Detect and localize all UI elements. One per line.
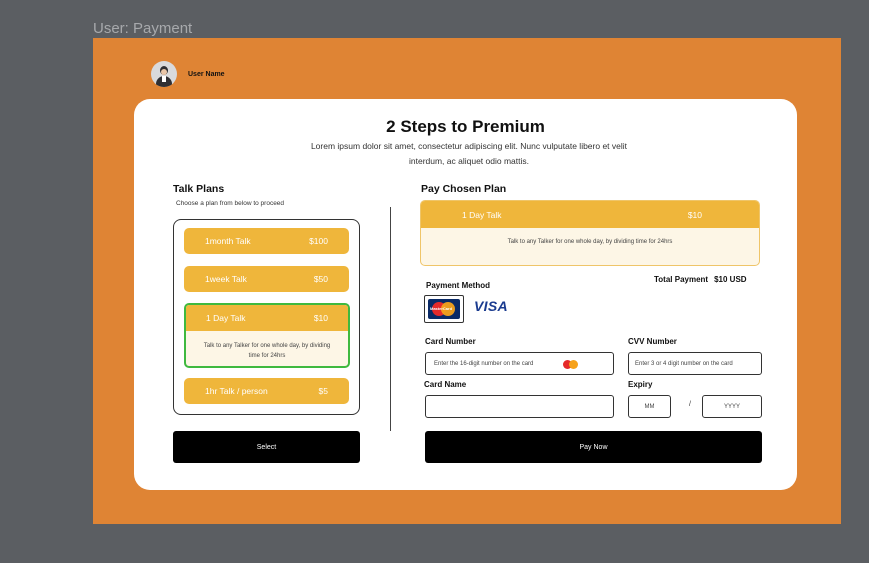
page-subtitle: Lorem ipsum dolor sit amet, consectetur … xyxy=(310,141,628,166)
plan-price: $50 xyxy=(313,274,328,284)
user-profile[interactable]: User Name xyxy=(151,61,225,87)
visa-option[interactable]: VISA xyxy=(474,298,508,314)
frame-label: User: Payment xyxy=(93,20,193,37)
plan-header: 1 Day Talk $10 xyxy=(186,305,348,331)
chosen-plan-header: 1 Day Talk $10 xyxy=(421,201,759,228)
chosen-plan: 1 Day Talk $10 Talk to any Talker for on… xyxy=(420,200,760,266)
plan-option-1month[interactable]: 1month Talk $100 xyxy=(184,228,349,254)
chosen-plan-name: 1 Day Talk xyxy=(462,209,502,220)
payment-method-label: Payment Method xyxy=(426,281,491,290)
plan-option-1day-selected[interactable]: 1 Day Talk $10 Talk to any Talker for on… xyxy=(184,303,350,368)
card-number-label: Card Number xyxy=(425,337,476,346)
plan-name: 1month Talk xyxy=(205,236,251,246)
page-title: 2 Steps to Premium xyxy=(386,117,545,136)
payment-card: 2 Steps to Premium Lorem ipsum dolor sit… xyxy=(134,99,797,490)
plan-price: $10 xyxy=(313,313,328,323)
card-number-placeholder: Enter the 16-digit number on the card xyxy=(434,360,534,367)
total-payment-value: $10 USD xyxy=(714,275,747,284)
plan-name: 1week Talk xyxy=(205,274,247,284)
expiry-month-placeholder: MM xyxy=(644,403,655,410)
chosen-plan-description: Talk to any Talker for one whole day, by… xyxy=(507,239,673,245)
pay-now-button[interactable]: Pay Now xyxy=(425,431,762,463)
column-divider xyxy=(390,207,391,431)
cvv-input[interactable]: Enter 3 or 4 digit number on the card xyxy=(628,352,762,375)
plan-option-1hr[interactable]: 1hr Talk / person $5 xyxy=(184,378,349,404)
plan-price: $100 xyxy=(309,236,328,246)
mastercard-option[interactable]: MasterCard xyxy=(424,295,464,323)
mastercard-text: MasterCard xyxy=(430,306,453,311)
cvv-placeholder: Enter 3 or 4 digit number on the card xyxy=(635,360,733,367)
card-number-input[interactable]: Enter the 16-digit number on the card xyxy=(425,352,614,375)
plan-option-1week[interactable]: 1week Talk $50 xyxy=(184,266,349,292)
card-name-input[interactable] xyxy=(425,395,614,418)
total-payment: Total Payment $10 USD xyxy=(654,275,747,284)
plans-list: 1month Talk $100 1week Talk $50 1 Day Ta… xyxy=(173,219,360,415)
plan-name: 1 Day Talk xyxy=(206,313,246,323)
expiry-label: Expiry xyxy=(628,380,653,389)
payment-title: Pay Chosen Plan xyxy=(421,183,507,195)
total-payment-label: Total Payment xyxy=(654,275,709,284)
chosen-plan-price: $10 xyxy=(687,209,702,220)
user-name: User Name xyxy=(188,70,225,78)
plan-name: 1hr Talk / person xyxy=(205,386,268,396)
card-name-label: Card Name xyxy=(424,380,467,389)
expiry-year-placeholder: YYYY xyxy=(723,403,740,410)
expiry-month-input[interactable]: MM xyxy=(628,395,671,418)
avatar[interactable] xyxy=(151,61,177,87)
expiry-year-input[interactable]: YYYY xyxy=(702,395,762,418)
mastercard-icon xyxy=(563,360,579,369)
select-button[interactable]: Select xyxy=(173,431,360,463)
expiry-separator: / xyxy=(689,401,691,408)
plan-description: Talk to any Talker for one whole day, by… xyxy=(203,343,331,359)
cvv-label: CVV Number xyxy=(628,337,677,346)
plans-title: Talk Plans xyxy=(173,183,225,195)
plans-hint: Choose a plan from below to proceed xyxy=(176,200,285,207)
plan-price: $5 xyxy=(318,386,328,396)
mastercard-icon: MasterCard xyxy=(428,299,460,319)
